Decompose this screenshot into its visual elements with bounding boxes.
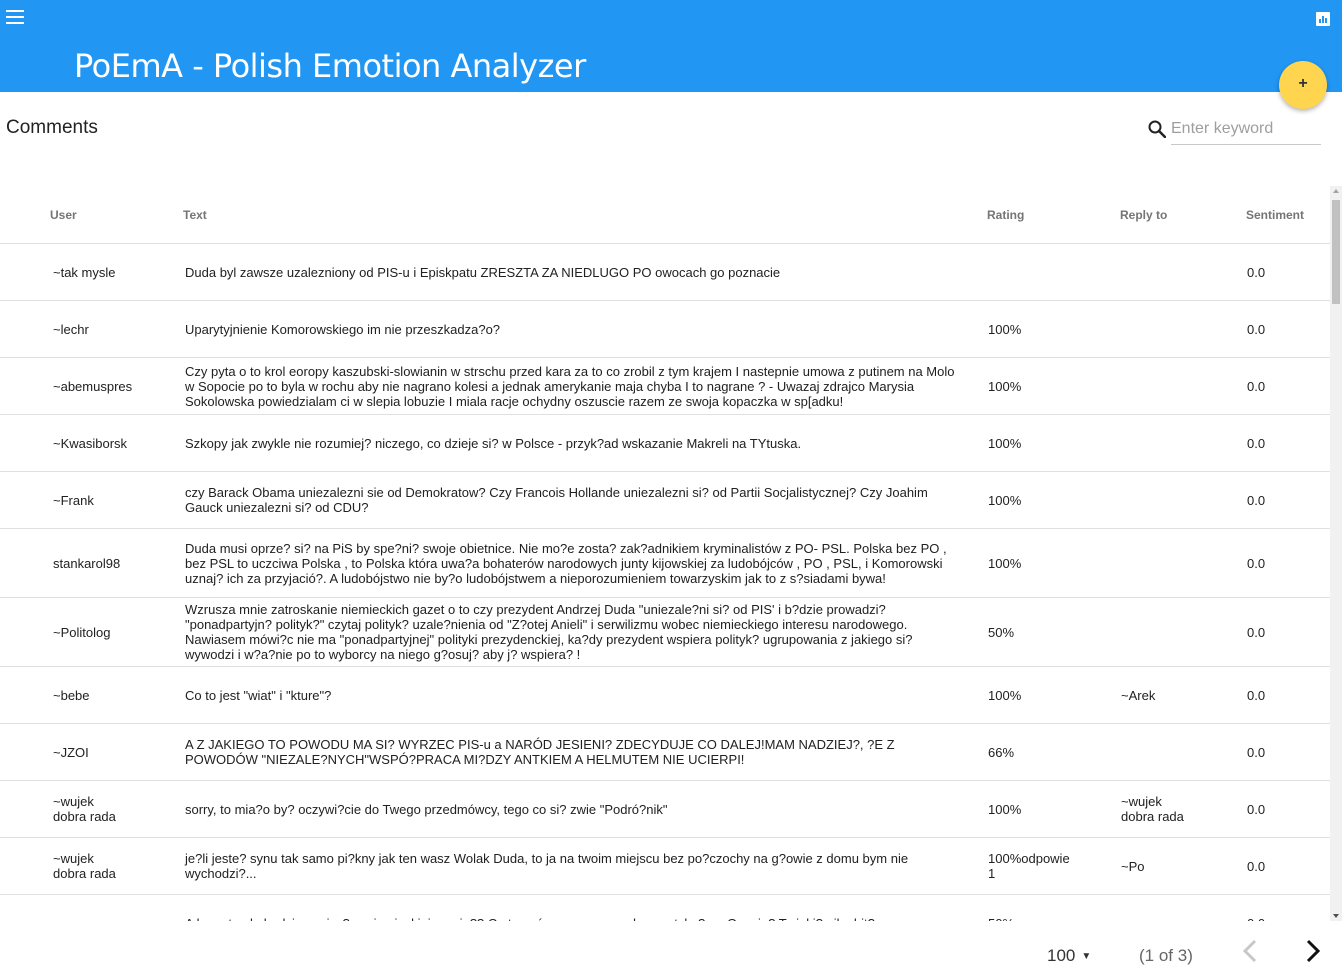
cell-text: je?li jeste? synu tak samo pi?kny jak te… bbox=[180, 837, 982, 895]
cell-user: ~lechr bbox=[0, 300, 180, 358]
column-header-rating[interactable]: Rating bbox=[982, 186, 1112, 244]
page-size-value: 100 bbox=[1047, 946, 1076, 965]
cell-reply-to bbox=[1112, 528, 1244, 598]
add-button[interactable]: + bbox=[1279, 61, 1327, 109]
cell-text: Co to jest "wiat" i "kture"? bbox=[180, 666, 982, 724]
cell-rating: 50% bbox=[982, 597, 1112, 667]
cell-user: ~Politolog bbox=[0, 597, 180, 667]
cell-rating: 100% bbox=[982, 528, 1112, 598]
cell-rating: 50% bbox=[982, 894, 1112, 921]
cell-user: ~Frank bbox=[0, 471, 180, 529]
cell-user: ~wujek dobra rada bbox=[0, 780, 180, 838]
cell-sentiment: 0.0 bbox=[1244, 300, 1330, 358]
cell-text: A kogo to obchodzi, co pisz? w niemiecki… bbox=[180, 894, 982, 921]
cell-user: ~JZOI bbox=[0, 723, 180, 781]
cell-rating: 100% bbox=[982, 357, 1112, 415]
cell-rating: 100% bbox=[982, 471, 1112, 529]
cell-sentiment: 0.0 bbox=[1244, 894, 1330, 921]
cell-text: Duda musi oprze? si? na PiS by spe?ni? s… bbox=[180, 528, 982, 598]
column-header-sentiment[interactable]: Sentiment bbox=[1244, 186, 1330, 244]
cell-reply-to bbox=[1112, 243, 1244, 301]
column-header-reply-to[interactable]: Reply to bbox=[1112, 186, 1244, 244]
comments-table: User Text Rating Reply to Sentiment ~tak… bbox=[0, 186, 1330, 921]
cell-text: czy Barack Obama uniezalezni sie od Demo… bbox=[180, 471, 982, 529]
cell-reply-to bbox=[1112, 894, 1244, 921]
cell-sentiment: 0.0 bbox=[1244, 243, 1330, 301]
cell-reply-to bbox=[1112, 357, 1244, 415]
scroll-down-icon[interactable] bbox=[1333, 914, 1339, 918]
chart-icon[interactable] bbox=[1316, 12, 1330, 26]
cell-reply-to bbox=[1112, 597, 1244, 667]
cell-reply-to bbox=[1112, 300, 1244, 358]
cell-user: ~abemuspres bbox=[0, 357, 180, 415]
table-row[interactable]: ~wujek dobra rada sorry, to mia?o by? oc… bbox=[0, 780, 1330, 838]
scrollbar-thumb[interactable] bbox=[1332, 200, 1340, 304]
cell-rating bbox=[982, 243, 1112, 301]
page-info: (1 of 3) bbox=[1139, 946, 1193, 965]
cell-sentiment: 0.0 bbox=[1244, 666, 1330, 724]
cell-text: A Z JAKIEGO TO POWODU MA SI? WYRZEC PIS-… bbox=[180, 723, 982, 781]
cell-sentiment: 0.0 bbox=[1244, 780, 1330, 838]
cell-reply-to: ~Po bbox=[1112, 837, 1244, 895]
cell-sentiment: 0.0 bbox=[1244, 597, 1330, 667]
column-header-text[interactable]: Text bbox=[180, 186, 982, 244]
search-input[interactable] bbox=[1171, 114, 1321, 145]
chevron-right-icon[interactable] bbox=[1302, 938, 1324, 964]
cell-rating: 100% bbox=[982, 780, 1112, 838]
cell-user: ~Kwasiborsk bbox=[0, 414, 180, 472]
cell-reply-to: ~wujek dobra rada bbox=[1112, 780, 1244, 838]
table-row[interactable]: ~Kwasiborsk Szkopy jak zwykle nie rozumi… bbox=[0, 414, 1330, 472]
table-row[interactable]: stankarol98 Duda musi oprze? si? na PiS … bbox=[0, 528, 1330, 598]
cell-text: Duda byl zawsze uzalezniony od PIS-u i E… bbox=[180, 243, 982, 301]
cell-rating: 100% bbox=[982, 414, 1112, 472]
table-row[interactable]: ~bebe Co to jest "wiat" i "kture"? 100% … bbox=[0, 666, 1330, 724]
menu-icon[interactable] bbox=[6, 10, 24, 24]
cell-user: ~wujek dobra rada bbox=[0, 837, 180, 895]
cell-text: Uparytyjnienie Komorowskiego im nie prze… bbox=[180, 300, 982, 358]
cell-text: Czy pyta o to krol eoropy kaszubski-slow… bbox=[180, 357, 982, 415]
cell-rating: 100% bbox=[982, 300, 1112, 358]
cell-rating: 66% bbox=[982, 723, 1112, 781]
cell-user: stankarol98 bbox=[0, 528, 180, 598]
cell-text: Wzrusza mnie zatroskanie niemieckich gaz… bbox=[180, 597, 982, 667]
cell-user: ~tak mysle bbox=[0, 243, 180, 301]
app-bar: PoEmA - Polish Emotion Analyzer bbox=[0, 0, 1342, 92]
table-row[interactable]: ~lechr Uparytyjnienie Komorowskiego im n… bbox=[0, 300, 1330, 358]
cell-reply-to bbox=[1112, 723, 1244, 781]
cell-text: Szkopy jak zwykle nie rozumiej? niczego,… bbox=[180, 414, 982, 472]
table-row[interactable]: ~Politolog Wzrusza mnie zatroskanie niem… bbox=[0, 597, 1330, 667]
section-title: Comments bbox=[6, 117, 98, 138]
scroll-up-icon[interactable] bbox=[1333, 189, 1339, 193]
table-row[interactable]: ~JZOI A Z JAKIEGO TO POWODU MA SI? WYRZE… bbox=[0, 723, 1330, 781]
table-row[interactable]: ~wujek dobra rada je?li jeste? synu tak … bbox=[0, 837, 1330, 895]
caret-down-icon: ▼ bbox=[1081, 951, 1092, 962]
table-row[interactable]: ~tak mysle Duda byl zawsze uzalezniony o… bbox=[0, 243, 1330, 301]
column-header-user[interactable]: User bbox=[0, 186, 180, 244]
table-row[interactable]: ~abemuspres Czy pyta o to krol eoropy ka… bbox=[0, 357, 1330, 415]
cell-sentiment: 0.0 bbox=[1244, 414, 1330, 472]
cell-sentiment: 0.0 bbox=[1244, 723, 1330, 781]
chevron-left-icon[interactable] bbox=[1240, 938, 1262, 964]
cell-reply-to: ~Arek bbox=[1112, 666, 1244, 724]
cell-sentiment: 0.0 bbox=[1244, 471, 1330, 529]
table-header-row: User Text Rating Reply to Sentiment bbox=[0, 186, 1330, 244]
table-row[interactable]: ~Frank czy Barack Obama uniezalezni sie … bbox=[0, 471, 1330, 529]
cell-user: ~bebe bbox=[0, 666, 180, 724]
app-title: PoEmA - Polish Emotion Analyzer bbox=[74, 47, 586, 85]
table-scrollbar[interactable] bbox=[1330, 186, 1342, 921]
cell-rating: 100% bbox=[982, 666, 1112, 724]
cell-reply-to bbox=[1112, 471, 1244, 529]
cell-sentiment: 0.0 bbox=[1244, 837, 1330, 895]
cell-text: sorry, to mia?o by? oczywi?cie do Twego … bbox=[180, 780, 982, 838]
cell-user: ~a bbox=[0, 894, 180, 921]
cell-sentiment: 0.0 bbox=[1244, 357, 1330, 415]
page-size-select[interactable]: 100 ▼ bbox=[1047, 946, 1091, 966]
table-row[interactable]: ~a A kogo to obchodzi, co pisz? w niemie… bbox=[0, 894, 1330, 921]
search-icon bbox=[1148, 120, 1166, 138]
cell-rating: 100%odpowie 1 bbox=[982, 837, 1112, 895]
cell-reply-to bbox=[1112, 414, 1244, 472]
cell-sentiment: 0.0 bbox=[1244, 528, 1330, 598]
